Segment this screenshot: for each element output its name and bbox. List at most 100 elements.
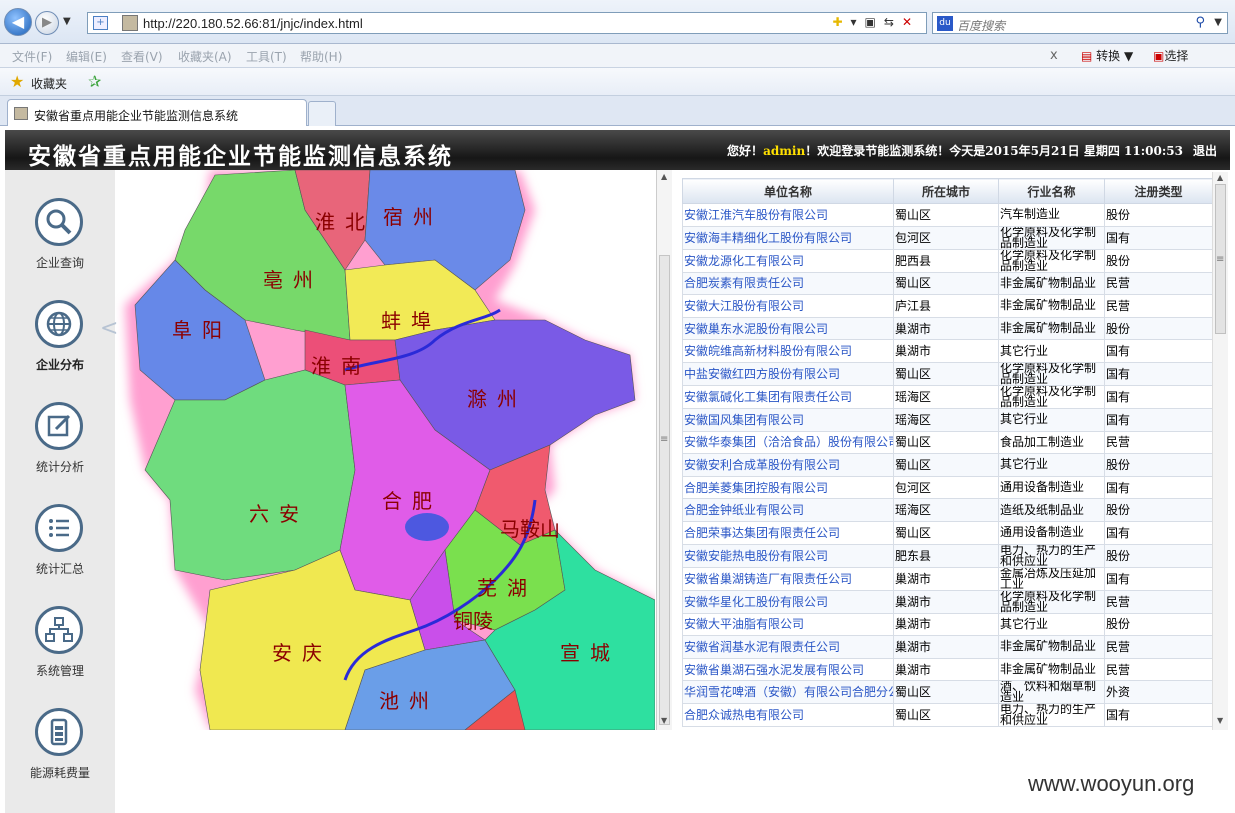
sidebar-item-enterprise-query[interactable]: 企业查询 xyxy=(5,198,115,298)
new-tab-button[interactable] xyxy=(308,101,336,126)
column-header-city[interactable]: 所在城市 xyxy=(893,178,999,204)
menu-help[interactable]: 帮助(H) xyxy=(300,48,342,65)
column-header-industry[interactable]: 行业名称 xyxy=(998,178,1105,204)
company-name-link[interactable]: 安徽龙源化工有限公司 xyxy=(682,248,894,273)
sidebar-item-system-management[interactable]: 系统管理 xyxy=(5,606,115,706)
scroll-thumb[interactable] xyxy=(659,255,670,725)
column-header-name[interactable]: 单位名称 xyxy=(682,178,894,204)
table-row[interactable]: 合肥荣事达集团有限责任公司 蜀山区 通用设备制造业 国有 xyxy=(682,520,1212,545)
scroll-up-icon[interactable]: ▲ xyxy=(1217,173,1223,182)
company-name-link[interactable]: 安徽氯碱化工集团有限责任公司 xyxy=(682,384,894,409)
table-row[interactable]: 安徽巢东水泥股份有限公司 巢湖市 非金属矿物制品业 股份 xyxy=(682,316,1212,341)
industry-cell: 非金属矿物制品业 xyxy=(998,294,1105,318)
scroll-down-icon[interactable]: ▼ xyxy=(661,716,667,725)
company-name-link[interactable]: 合肥美菱集团控股有限公司 xyxy=(682,475,894,500)
sidebar-item-statistics-analysis[interactable]: 统计分析 xyxy=(5,402,115,502)
compat-view-icon[interactable]: ✚ xyxy=(832,15,850,29)
province-map[interactable]: 淮北 宿州 亳州 阜阳 蚌埠 淮南 滁州 六安 合肥 马鞍山 芜湖 铜陵 安庆 … xyxy=(115,170,655,730)
table-row[interactable]: 合肥炭素有限责任公司 蜀山区 非金属矿物制品业 民营 xyxy=(682,271,1212,296)
table-row[interactable]: 中盐安徽红四方股份有限公司 蜀山区 化学原料及化学制品制造业 国有 xyxy=(682,361,1212,386)
sidebar: 企业查询 企业分布 统计分析 统计汇总 系统管理 能源耗费量 xyxy=(5,170,115,813)
sidebar-item-energy-consumption[interactable]: 能源耗费量 xyxy=(5,708,115,808)
table-row[interactable]: 安徽海丰精细化工股份有限公司 包河区 化学原料及化学制品制造业 国有 xyxy=(682,225,1212,250)
company-name-link[interactable]: 安徽巢东水泥股份有限公司 xyxy=(682,316,894,341)
company-name-link[interactable]: 安徽安能热电股份有限公司 xyxy=(682,543,894,568)
company-name-link[interactable]: 合肥金钟纸业有限公司 xyxy=(682,498,894,522)
menu-view[interactable]: 查看(V) xyxy=(121,48,163,65)
table-row[interactable]: 安徽国风集团有限公司 瑶海区 其它行业 国有 xyxy=(682,407,1212,432)
table-row[interactable]: 安徽省巢湖石强水泥发展有限公司 巢湖市 非金属矿物制品业 民营 xyxy=(682,657,1212,682)
map-scrollbar[interactable]: ▲ ≡ ▼ xyxy=(656,170,672,730)
company-name-link[interactable]: 安徽海丰精细化工股份有限公司 xyxy=(682,225,894,250)
menu-file[interactable]: 文件(F) xyxy=(12,48,52,65)
compat-icon[interactable]: ▣ xyxy=(865,15,884,29)
table-row[interactable]: 安徽安利合成革股份有限公司 蜀山区 其它行业 股份 xyxy=(682,453,1212,477)
table-row[interactable]: 安徽华星化工股份有限公司 巢湖市 化学原料及化学制品制造业 民营 xyxy=(682,589,1212,614)
company-name-link[interactable]: 安徽华星化工股份有限公司 xyxy=(682,589,894,614)
table-row[interactable]: 合肥众诚热电有限公司 蜀山区 电力、热力的生产和供应业 国有 xyxy=(682,703,1212,728)
table-row[interactable]: 安徽江淮汽车股份有限公司 蜀山区 汽车制造业 股份 xyxy=(682,203,1212,227)
search-box[interactable]: du 百度搜索 ⚲ ▼ xyxy=(932,12,1228,34)
convert-button[interactable]: ▤ 转换 ▼ xyxy=(1081,47,1133,64)
table-row[interactable]: 安徽大平油脂有限公司 巢湖市 其它行业 股份 xyxy=(682,612,1212,637)
company-name-link[interactable]: 安徽省巢湖铸造厂有限责任公司 xyxy=(682,566,894,591)
collapse-sidebar-icon[interactable]: < xyxy=(100,316,118,341)
table-row[interactable]: 安徽龙源化工有限公司 肥西县 化学原料及化学制品制造业 股份 xyxy=(682,248,1212,273)
table-row[interactable]: 安徽省润基水泥有限责任公司 巢湖市 非金属矿物制品业 民营 xyxy=(682,635,1212,659)
table-row[interactable]: 安徽氯碱化工集团有限责任公司 瑶海区 化学原料及化学制品制造业 国有 xyxy=(682,384,1212,409)
close-icon[interactable]: x xyxy=(1050,48,1058,63)
company-name-link[interactable]: 安徽省润基水泥有限责任公司 xyxy=(682,635,894,659)
company-name-link[interactable]: 安徽安利合成革股份有限公司 xyxy=(682,453,894,477)
add-favorite-icon[interactable]: ✰ xyxy=(88,72,101,91)
table-row[interactable]: 安徽大江股份有限公司 庐江县 非金属矿物制品业 民营 xyxy=(682,294,1212,318)
company-name-link[interactable]: 安徽大江股份有限公司 xyxy=(682,294,894,318)
url-text[interactable]: http://220.180.52.66:81/jnjc/index.html xyxy=(143,16,363,31)
table-row[interactable]: 安徽皖维高新材料股份有限公司 巢湖市 其它行业 国有 xyxy=(682,339,1212,363)
sidebar-item-enterprise-distribution[interactable]: 企业分布 xyxy=(5,300,115,400)
table-row[interactable]: 华润雪花啤酒（安徽）有限公司合肥分公司 蜀山区 酒、饮料和烟草制造业 外资 xyxy=(682,680,1212,705)
company-name-link[interactable]: 合肥众诚热电有限公司 xyxy=(682,703,894,728)
table-row[interactable]: 安徽安能热电股份有限公司 肥东县 电力、热力的生产和供应业 股份 xyxy=(682,543,1212,568)
company-name-link[interactable]: 安徽大平油脂有限公司 xyxy=(682,612,894,637)
menu-edit[interactable]: 编辑(E) xyxy=(66,48,107,65)
company-name-link[interactable]: 合肥炭素有限责任公司 xyxy=(682,271,894,296)
url-field[interactable]: + http://220.180.52.66:81/jnjc/index.htm… xyxy=(87,12,927,34)
menu-favorites[interactable]: 收藏夹(A) xyxy=(178,48,232,65)
dropdown-icon[interactable]: ▾ xyxy=(851,15,865,29)
scroll-down-icon[interactable]: ▼ xyxy=(1217,716,1223,725)
region-luan[interactable] xyxy=(144,369,356,581)
favorites-label[interactable]: 收藏夹 xyxy=(31,75,67,92)
sidebar-item-statistics-summary[interactable]: 统计汇总 xyxy=(5,504,115,604)
select-button[interactable]: ▣选择 xyxy=(1153,47,1188,64)
stop-icon[interactable]: ✕ xyxy=(902,15,920,29)
company-name-link[interactable]: 安徽国风集团有限公司 xyxy=(682,407,894,432)
company-name-link[interactable]: 华润雪花啤酒（安徽）有限公司合肥分公司 xyxy=(682,680,894,705)
search-icon[interactable]: ⚲ xyxy=(1195,15,1205,30)
column-header-type[interactable]: 注册类型 xyxy=(1104,178,1212,204)
menu-tools[interactable]: 工具(T) xyxy=(246,48,287,65)
tab-active[interactable]: 安徽省重点用能企业节能监测信息系统 xyxy=(7,99,307,126)
sidebar-item-label: 统计汇总 xyxy=(35,562,84,576)
forward-button[interactable]: ▶ xyxy=(35,11,59,35)
city-cell: 蜀山区 xyxy=(893,703,999,728)
company-name-link[interactable]: 安徽皖维高新材料股份有限公司 xyxy=(682,339,894,363)
table-row[interactable]: 安徽华泰集团（洽洽食品）股份有限公司 蜀山区 食品加工制造业 民营 xyxy=(682,430,1212,455)
search-dropdown-icon[interactable]: ▼ xyxy=(1214,17,1222,28)
table-row[interactable]: 合肥金钟纸业有限公司 瑶海区 造纸及纸制品业 股份 xyxy=(682,498,1212,522)
company-name-link[interactable]: 安徽省巢湖石强水泥发展有限公司 xyxy=(682,657,894,682)
search-placeholder[interactable]: 百度搜索 xyxy=(957,17,1005,34)
company-name-link[interactable]: 安徽华泰集团（洽洽食品）股份有限公司 xyxy=(682,430,894,455)
star-icon[interactable]: ★ xyxy=(10,72,24,91)
logout-link[interactable]: 退出 xyxy=(1193,144,1217,158)
scroll-up-icon[interactable]: ▲ xyxy=(661,172,667,181)
table-row[interactable]: 合肥美菱集团控股有限公司 包河区 通用设备制造业 国有 xyxy=(682,475,1212,500)
company-name-link[interactable]: 安徽江淮汽车股份有限公司 xyxy=(682,203,894,227)
back-button[interactable]: ◀ xyxy=(4,8,32,36)
table-row[interactable]: 安徽省巢湖铸造厂有限责任公司 巢湖市 金属冶炼及压延加工业 国有 xyxy=(682,566,1212,591)
company-name-link[interactable]: 中盐安徽红四方股份有限公司 xyxy=(682,361,894,386)
table-scrollbar[interactable]: ▲ ≡ ▼ xyxy=(1212,172,1228,730)
industry-cell: 金属冶炼及压延加工业 xyxy=(998,566,1105,591)
refresh-icon[interactable]: ⇆ xyxy=(884,15,902,29)
company-name-link[interactable]: 合肥荣事达集团有限责任公司 xyxy=(682,520,894,545)
history-dropdown-icon[interactable]: ▼ xyxy=(63,16,71,27)
